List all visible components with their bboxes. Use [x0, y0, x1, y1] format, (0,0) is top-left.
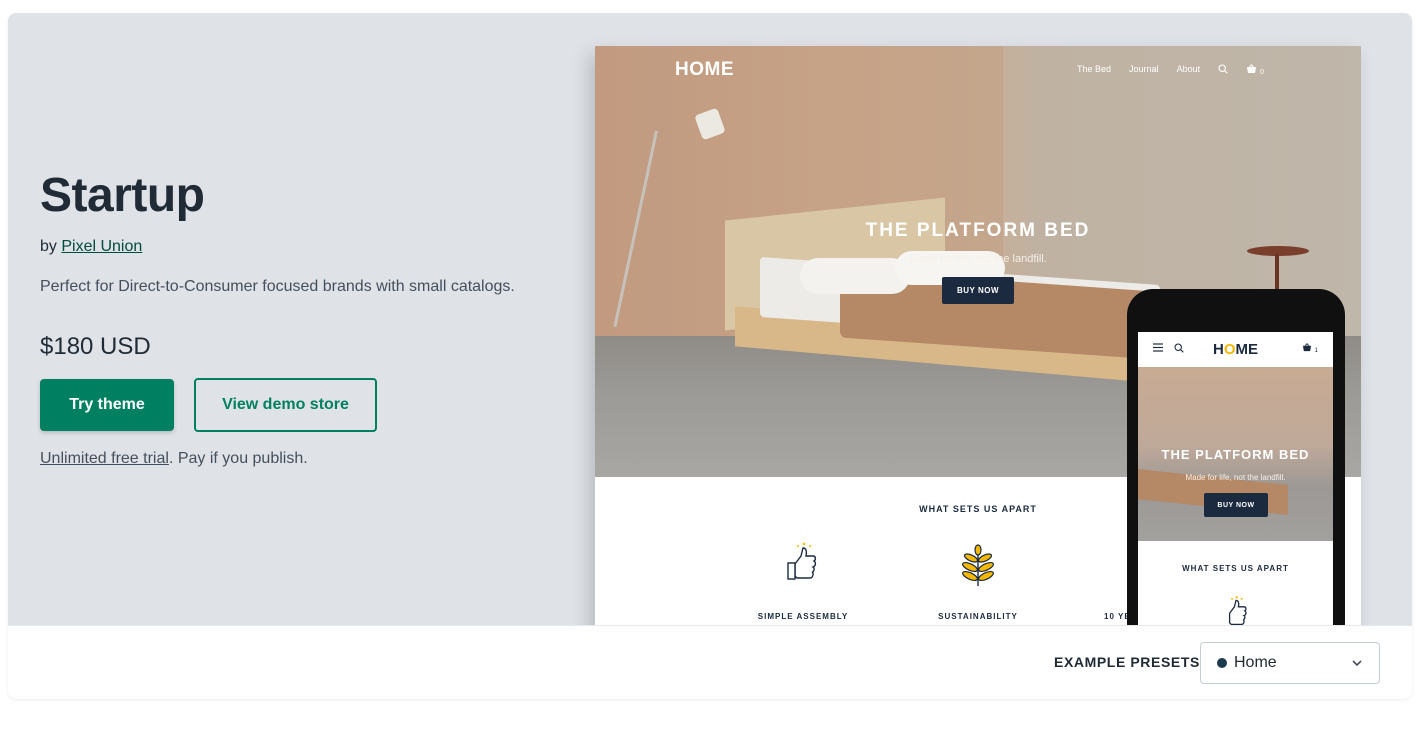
feature-sustainability: SUSTAINABILITY: [908, 542, 1048, 621]
search-icon[interactable]: [1218, 64, 1228, 77]
theme-title: Startup: [40, 169, 205, 222]
view-demo-store-button[interactable]: View demo store: [194, 378, 377, 432]
chevron-down-icon: [1351, 654, 1363, 677]
preview-nav-item[interactable]: The Bed: [1077, 64, 1111, 77]
cart-icon[interactable]: 1: [1302, 343, 1318, 354]
preview-nav: The Bed Journal About 0: [1077, 64, 1264, 77]
mobile-preview[interactable]: HOME 1 THE PLATFORM BED Made for life, n…: [1127, 289, 1345, 625]
thumbs-up-icon: [733, 542, 873, 588]
feature-simple-assembly: SIMPLE ASSEMBLY: [733, 542, 873, 621]
preview-nav-item[interactable]: Journal: [1129, 64, 1159, 77]
presets-label: EXAMPLE PRESETS: [1054, 654, 1200, 670]
preview-nav-item[interactable]: About: [1177, 64, 1201, 77]
mobile-hero-photo: THE PLATFORM BED Made for life, not the …: [1138, 367, 1333, 541]
plant-icon: [908, 542, 1048, 588]
theme-price: $180 USD: [40, 333, 151, 360]
preset-select[interactable]: Home: [1200, 642, 1380, 684]
author-link[interactable]: Pixel Union: [61, 238, 142, 255]
trial-note-rest: . Pay if you publish.: [168, 450, 308, 467]
feature-label: SUSTAINABILITY: [938, 612, 1018, 621]
mobile-header: HOME 1: [1138, 332, 1333, 367]
mobile-hero-subtitle: Made for life, not the landfill.: [1185, 473, 1286, 482]
thumbs-up-icon: [1220, 594, 1252, 625]
theme-card: Startup by Pixel Union Perfect for Direc…: [8, 13, 1412, 699]
mobile-hero-title: THE PLATFORM BED: [1161, 447, 1310, 462]
preset-color-dot: [1217, 658, 1227, 668]
cart-icon[interactable]: 0: [1246, 64, 1264, 77]
byline-prefix: by: [40, 238, 62, 255]
preview-hero-subtitle: Made for life, not the landfill.: [909, 253, 1047, 265]
mobile-section-title: WHAT SETS US APART: [1182, 564, 1289, 573]
theme-description: Perfect for Direct-to-Consumer focused b…: [40, 278, 515, 295]
mobile-buy-now-button[interactable]: BUY NOW: [1204, 493, 1268, 517]
trial-note: Unlimited free trial. Pay if you publish…: [40, 450, 308, 468]
preset-selected-value: Home: [1234, 654, 1277, 671]
cart-count: 0: [1260, 69, 1265, 76]
mobile-screen: HOME 1 THE PLATFORM BED Made for life, n…: [1138, 332, 1333, 625]
preview-buy-now-button[interactable]: BUY NOW: [942, 277, 1014, 304]
free-trial-link[interactable]: Unlimited free trial: [40, 450, 169, 467]
try-theme-button[interactable]: Try theme: [40, 379, 174, 431]
preview-logo: HOME: [675, 59, 734, 80]
theme-byline: by Pixel Union: [40, 238, 142, 256]
feature-label: SIMPLE ASSEMBLY: [757, 612, 849, 621]
presets-bar: EXAMPLE PRESETS Home: [8, 625, 1412, 699]
theme-hero: Startup by Pixel Union Perfect for Direc…: [8, 13, 1412, 625]
preview-hero-title: THE PLATFORM BED: [865, 220, 1091, 241]
cart-count: 1: [1314, 348, 1318, 354]
